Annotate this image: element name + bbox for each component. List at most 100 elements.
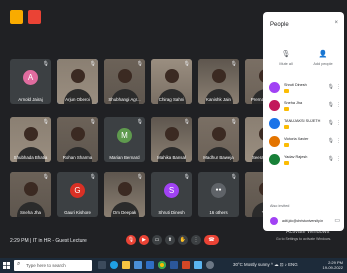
invitee-email: adit.jdc@christuniversity.in [282,219,324,223]
system-tray[interactable]: 30°C Mostly sunny ^ ☁ ⊡ ♪ ENG [233,262,298,268]
add-people-button[interactable]: 👤 Add people [309,50,337,66]
participant-tile[interactable]: 🎙 Shubhada Bhatia [10,117,51,162]
taskbar-search-box[interactable]: ⌕ Type here to search [14,260,92,271]
person-head [70,69,85,83]
more-vert-icon[interactable]: ⋮ [336,156,341,162]
taskbar-apps [98,261,214,269]
invited-row[interactable]: adit.jdc@christuniversity.in ▭ [268,216,340,227]
participant-avatar [269,136,280,147]
participant-row[interactable]: TANUJAKSI SUJETH 🎙 ⋮ [267,116,342,133]
participant-name: Shruti Dinesh [158,210,185,215]
windows-taskbar: ⌕ Type here to search 30°C Mostly sunny … [0,258,347,273]
mute-all-button[interactable]: 🎙 Mute all [272,50,300,66]
participant-tile[interactable]: 🎙 Sneha Jha [10,172,51,217]
muted-mic-icon: 🎙 [136,119,143,125]
settings-icon[interactable] [206,261,214,269]
muted-mic-icon: 🎙 [42,174,49,180]
avatar: G [70,183,85,198]
recording-icon[interactable] [28,10,41,24]
participant-tile[interactable]: 🎙 Om Deepak [104,172,145,217]
participant-tile[interactable]: 🎙 Rohan Sharma [57,117,98,162]
bottom-bar: 2:29 PM | IT in HR - Guest Lecture 🎙 ▶ ▭… [0,228,262,256]
participant-tile[interactable]: A 🎙 Arnold Jairaj [10,59,51,104]
weather-status: 30°C Mostly sunny [233,262,270,267]
muted-mic-icon: 🎙 [230,61,237,67]
participant-list-name: Sneha Jha [284,101,303,105]
participant-list-name: Shruti Dinesh [284,83,307,87]
also-invited-heading: Also invited [270,204,290,208]
store-icon[interactable] [134,261,142,269]
add-people-label: Add people [313,62,333,66]
participant-tile[interactable]: M 🎙 Marian Bernard [104,117,145,162]
participant-tile[interactable]: G 🎙 Gauri Kishore [57,172,98,217]
top-left-icons [10,10,41,24]
participant-tile[interactable]: 🎙 Shubhangi Agr... [104,59,145,104]
participant-row[interactable]: Sneha Jha 🎙 ⋮ [267,98,342,115]
muted-mic-icon: 🎙 [89,119,96,125]
muted-mic-icon: 🎙 [89,61,96,67]
more-vert-icon[interactable]: ⋮ [336,84,341,90]
muted-mic-icon: 🎙 [230,119,237,125]
muted-mic-icon: 🎙 [136,61,143,67]
search-icon: ⌕ [17,261,21,267]
powerpoint-icon[interactable] [182,261,190,269]
more-vert-icon[interactable]: ⋮ [336,120,341,126]
edge-icon[interactable] [110,261,118,269]
participant-tile[interactable]: S 🎙 Shruti Dinesh [151,172,192,217]
taskbar-clock[interactable]: 2:29 PM 19-09-2022 [315,260,343,270]
camera-toggle-button[interactable]: ▶ [139,235,149,245]
mic-icon[interactable]: 🎙 [328,156,334,162]
meet-window: A 🎙 Arnold Jairaj 🎙 Arjun Oberoi 🎙 Shubhangi A… [0,0,347,258]
participant-tile[interactable]: 🎙 Chirag Sahni [151,59,192,104]
close-icon[interactable]: × [334,20,338,26]
mic-toggle-button[interactable]: 🎙 [126,235,136,245]
windows-start-icon[interactable] [3,262,10,269]
present-button[interactable]: ⬆ [165,235,175,245]
participant-tile[interactable]: 🎙 Mahika Bansal [151,117,192,162]
muted-mic-icon: 🎙 [183,174,190,180]
mic-icon[interactable]: 🎙 [328,138,334,144]
activate-windows-subtitle: Go to Settings to activate Windows. [276,237,332,241]
participant-tile[interactable]: 🎙 Kanishk Jain [198,59,239,104]
photos-icon[interactable] [194,261,202,269]
participant-list: Shruti Dinesh 🎙 ⋮ Sneha Jha 🎙 ⋮ TANUJAKSI SUJE… [267,80,342,170]
more-vert-icon[interactable]: ⋮ [336,102,341,108]
participant-name: Mahika Bansal [157,155,186,160]
mail-icon[interactable] [146,261,154,269]
person-head [211,127,226,141]
participant-tile[interactable]: ●● 🎙 16 others [198,172,239,217]
participant-avatar [269,118,280,129]
mic-icon[interactable]: 🎙 [328,102,334,108]
participant-name: Kanishk Jain [206,97,231,102]
mic-icon[interactable]: 🎙 [328,120,334,126]
participant-tile[interactable]: 🎙 Madhur Baweja [198,117,239,162]
muted-mic-icon: 🎙 [42,61,49,67]
participant-name: Rohan Sharma [62,155,93,160]
participant-row[interactable]: Victoria Xavier 🎙 ⋮ [267,134,342,151]
taskbar-search-placeholder: Type here to search [26,263,66,268]
captions-button[interactable]: ▭ [152,235,162,245]
file-explorer-icon[interactable] [122,261,130,269]
person-head [117,182,132,196]
task-view-icon[interactable] [98,261,106,269]
chrome-icon[interactable] [158,261,166,269]
end-call-button[interactable]: ☎ [204,235,219,245]
participant-tile[interactable]: 🎙 Arjun Oberoi [57,59,98,104]
participant-row[interactable]: Shruti Dinesh 🎙 ⋮ [267,80,342,97]
participant-name: Chirag Sahni [158,97,185,102]
chat-icon[interactable]: ▭ [334,217,340,224]
person-head [23,127,38,141]
participant-row[interactable]: Yadav Rajesh 🎙 ⋮ [267,152,342,169]
participant-avatar [269,154,280,165]
mic-icon[interactable]: 🎙 [328,84,334,90]
activate-windows-title: Activate Windows [286,229,330,235]
word-icon[interactable] [170,261,178,269]
muted-mic-icon: 🎙 [183,119,190,125]
add-person-icon: 👤 [318,51,328,58]
avatar: A [23,70,38,85]
more-vert-icon[interactable]: ⋮ [336,138,341,144]
participant-name: Marian Bernard [109,155,140,160]
participant-name: Om Deepak [112,210,137,215]
raise-hand-button[interactable]: ✋ [178,235,188,245]
more-options-button[interactable]: ⋮ [191,235,201,245]
